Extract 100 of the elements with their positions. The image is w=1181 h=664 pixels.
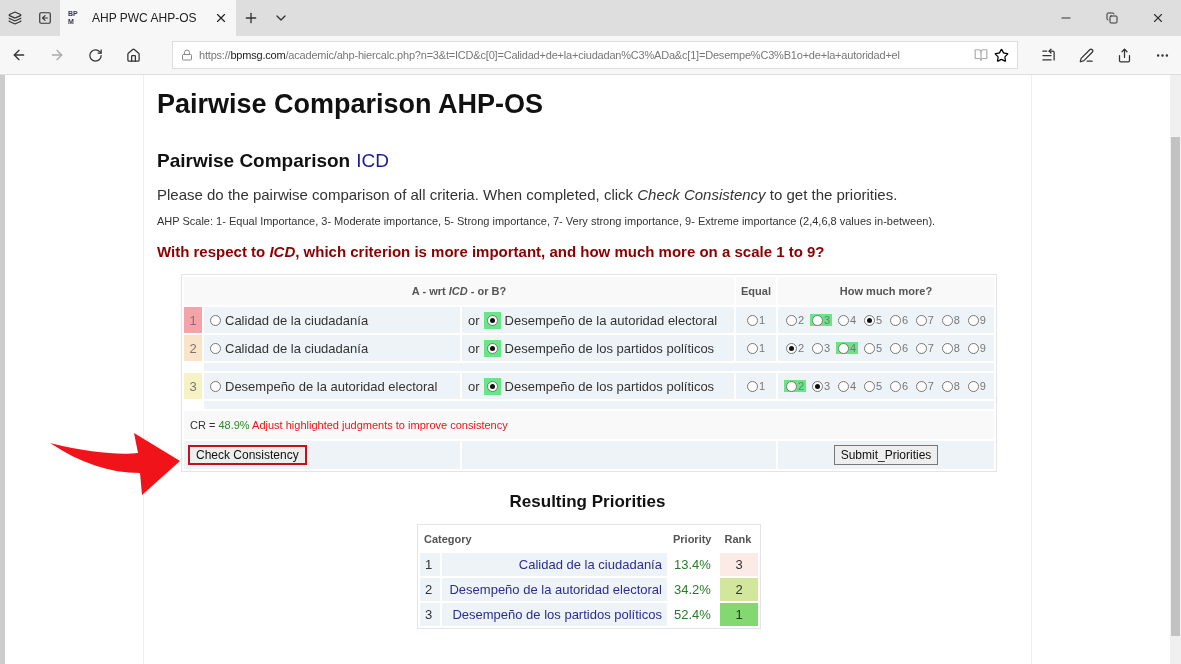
table-cell: 3 xyxy=(420,603,440,626)
option-number: 4 xyxy=(849,314,857,326)
star-icon[interactable] xyxy=(994,47,1009,63)
radio-button[interactable] xyxy=(746,314,758,326)
option-number: 8 xyxy=(953,342,960,354)
radio-button[interactable] xyxy=(889,314,901,326)
radio-button[interactable] xyxy=(837,314,849,326)
radio-button[interactable] xyxy=(967,380,979,392)
radio-button[interactable] xyxy=(210,314,221,326)
option-number: 8 xyxy=(953,380,960,392)
lock-icon xyxy=(181,49,193,61)
submit-button[interactable]: Submit_Priorities xyxy=(833,445,939,465)
scrollbar[interactable] xyxy=(1170,75,1181,664)
radio-button[interactable] xyxy=(786,342,797,354)
radio-button[interactable] xyxy=(210,342,221,354)
book-icon[interactable] xyxy=(974,48,988,62)
option-number: 2 xyxy=(798,380,805,392)
radio-button[interactable] xyxy=(889,342,901,354)
radio-button[interactable] xyxy=(746,380,758,392)
option-number: 6 xyxy=(901,380,908,392)
radio-button[interactable] xyxy=(786,314,797,326)
section-title: Pairwise Comparison xyxy=(157,150,351,172)
or-text: or xyxy=(468,340,480,356)
question-text: With respect to ICD, which criterion is more important, and how much more on a scale 1 to 9? xyxy=(157,243,826,260)
consistency-ratio: CR = 48.9% xyxy=(190,419,250,431)
option-number: 7 xyxy=(927,314,934,326)
scrollbar-thumb[interactable] xyxy=(1171,137,1180,636)
tab-title: AHP PWC AHP-OS xyxy=(92,11,198,25)
or-text: or xyxy=(468,378,480,394)
column-header: Priority xyxy=(671,532,713,547)
radio-button[interactable] xyxy=(811,342,823,354)
table-cell: Desempeño de la autoridad electoral xyxy=(441,578,667,601)
table-cell: Desempeño de los partidos políticos xyxy=(441,603,667,626)
radio-button[interactable] xyxy=(863,342,875,354)
rank-cell: 2 xyxy=(720,578,758,601)
criterion-label: Desempeño de la autoridad electoral xyxy=(504,312,718,328)
close-icon[interactable] xyxy=(214,11,228,25)
criterion-label: Desempeño de la autoridad electoral xyxy=(225,378,438,394)
row-number: 2 xyxy=(184,335,202,361)
column-header: A - wrt ICD - or B? xyxy=(184,277,734,305)
option-number: 5 xyxy=(875,380,883,392)
option-number: 9 xyxy=(979,342,986,354)
radio-button[interactable] xyxy=(915,342,927,354)
scale-text: AHP Scale: 1- Equal Importance, 3- Moderate importance, 5- Strong importance, 7- Very strong importance, 9- Extreme importance (2,4,6,8 values in-between). xyxy=(157,215,937,227)
results-title: Resulting Priorities xyxy=(508,492,667,512)
rank-cell: 3 xyxy=(720,553,758,576)
option-number: 8 xyxy=(953,314,960,326)
column-header: Rank xyxy=(723,532,753,547)
option-number: 2 xyxy=(798,314,805,326)
option-number: 3 xyxy=(823,380,831,392)
option-number: 3 xyxy=(823,314,831,326)
criterion-label: Desempeño de los partidos políticos xyxy=(504,378,715,394)
option-number: 2 xyxy=(798,342,805,354)
column-header: Category xyxy=(423,532,473,547)
radio-button[interactable] xyxy=(746,342,758,354)
table-cell: Calidad de la ciudadanía xyxy=(441,553,667,576)
table-cell: 1 xyxy=(420,553,440,576)
radio-button[interactable] xyxy=(811,380,823,392)
radio-button[interactable] xyxy=(863,380,875,392)
radio-button[interactable] xyxy=(915,314,927,326)
radio-button[interactable] xyxy=(811,314,823,326)
rank-cell: 1 xyxy=(720,603,758,626)
page-title: Pairwise Comparison AHP-OS xyxy=(157,89,545,120)
option-number: 1 xyxy=(758,314,766,326)
option-number: 1 xyxy=(758,380,766,392)
radio-button[interactable] xyxy=(941,342,953,354)
option-number: 7 xyxy=(927,380,934,392)
radio-button[interactable] xyxy=(863,314,875,326)
criterion-label: Calidad de la ciudadanía xyxy=(225,312,369,328)
option-number: 9 xyxy=(979,314,986,326)
or-text: or xyxy=(468,312,480,328)
criterion-label: Calidad de la ciudadanía xyxy=(225,340,369,356)
radio-button[interactable] xyxy=(967,314,979,326)
option-number: 1 xyxy=(758,342,766,354)
radio-button[interactable] xyxy=(837,342,849,354)
row-number: 3 xyxy=(184,373,202,399)
column-header: Equal xyxy=(736,277,776,305)
goal-name: ICD xyxy=(356,150,389,172)
radio-button[interactable] xyxy=(889,380,901,392)
radio-button[interactable] xyxy=(941,314,953,326)
radio-button[interactable] xyxy=(210,380,221,392)
table-cell: 2 xyxy=(420,578,440,601)
radio-button[interactable] xyxy=(941,380,953,392)
radio-button[interactable] xyxy=(786,380,797,392)
option-number: 6 xyxy=(901,314,908,326)
column-header: How much more? xyxy=(778,277,994,305)
option-number: 5 xyxy=(875,314,883,326)
row-number: 1 xyxy=(184,307,202,333)
radio-button[interactable] xyxy=(915,380,927,392)
check-consistency-button[interactable]: Check Consistency xyxy=(188,445,307,465)
consistency-message: Adjust highlighted judgments to improve consistency xyxy=(252,419,508,431)
option-number: 9 xyxy=(979,380,986,392)
address-field[interactable]: https://bpmsg.com/academic/ahp-hiercalc.php?n=3&t=ICD&c[0]=Calidad+de+la+ciudadan%C3%ADa&c[1]=Desempe%C3%B1o+de+la+autoridad+el xyxy=(172,41,1018,69)
option-number: 5 xyxy=(875,342,883,354)
radio-button[interactable] xyxy=(837,380,849,392)
radio-button[interactable] xyxy=(967,342,979,354)
option-number: 4 xyxy=(849,380,857,392)
option-number: 3 xyxy=(823,342,831,354)
option-number: 6 xyxy=(901,342,908,354)
option-number: 7 xyxy=(927,342,934,354)
